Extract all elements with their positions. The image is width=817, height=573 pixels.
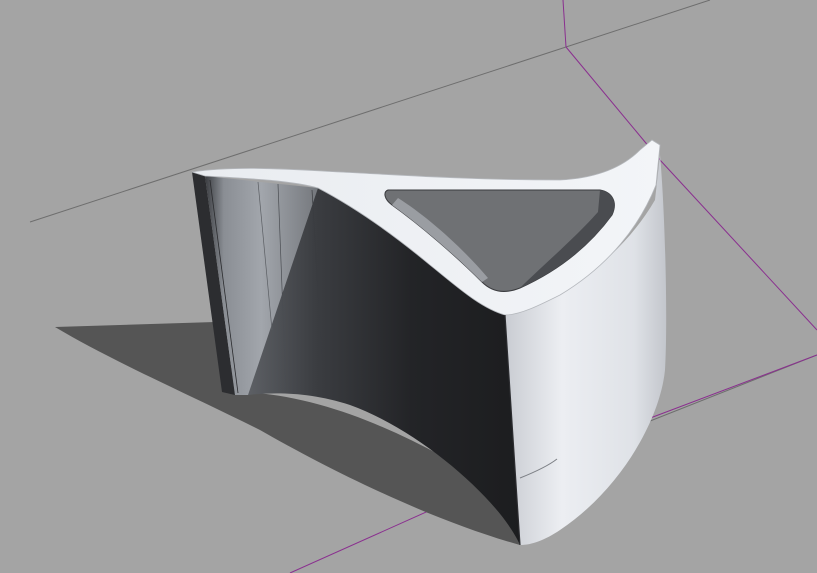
axis-green-z bbox=[562, 0, 567, 48]
axis-red-x-ext bbox=[659, 159, 817, 331]
scene-canvas[interactable] bbox=[0, 0, 817, 573]
axis-blue-y-right bbox=[644, 354, 817, 421]
axis-red-x bbox=[565, 46, 661, 161]
3d-viewport[interactable] bbox=[0, 0, 817, 573]
